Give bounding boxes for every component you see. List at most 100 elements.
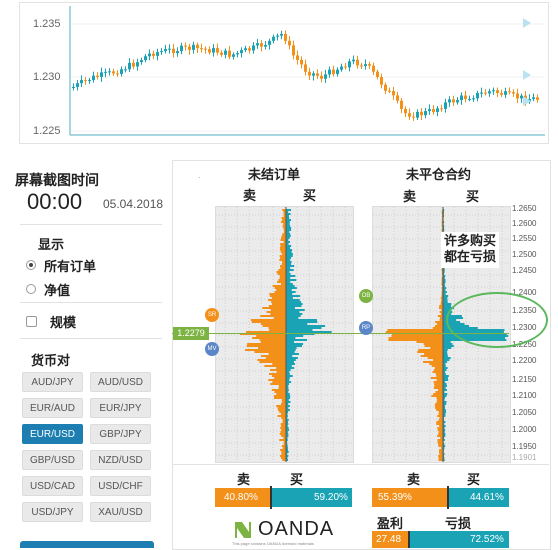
pair-button-gbp-jpy[interactable]: GBP/JPY bbox=[90, 424, 151, 444]
candle-body bbox=[288, 40, 291, 46]
sell-volume-bar bbox=[430, 347, 443, 349]
sell-volume-bar bbox=[418, 349, 443, 351]
sell-volume-bar bbox=[268, 305, 286, 307]
pair-button-xau-usd[interactable]: XAU/USD bbox=[90, 502, 151, 522]
sell-volume-bar bbox=[437, 435, 443, 437]
candle-body bbox=[336, 69, 339, 75]
pair-button-aud-jpy[interactable]: AUD/JPY bbox=[22, 372, 83, 392]
sell-volume-bar bbox=[260, 323, 286, 325]
candle-body bbox=[348, 61, 351, 68]
buy-volume-bar bbox=[286, 353, 299, 355]
buy-volume-bar bbox=[443, 341, 451, 343]
candle-body bbox=[456, 100, 459, 103]
pair-button-nzd-usd[interactable]: NZD/USD bbox=[90, 450, 151, 470]
buy-volume-bar bbox=[286, 365, 292, 367]
sell-volume-bar bbox=[251, 321, 286, 323]
buy-volume-bar bbox=[286, 275, 296, 277]
bottom-action-button[interactable] bbox=[20, 541, 154, 548]
sell-volume-bar bbox=[438, 443, 443, 445]
candle-body bbox=[80, 80, 83, 84]
price-axis-label: 1.2600 bbox=[512, 219, 537, 228]
sell-volume-bar bbox=[438, 459, 443, 461]
pair-button-usd-cad[interactable]: USD/CAD bbox=[22, 476, 83, 496]
buy-volume-bar bbox=[286, 255, 293, 257]
sell-volume-bar bbox=[280, 245, 286, 247]
radio-selected-icon[interactable] bbox=[26, 260, 36, 270]
sell-volume-bar bbox=[254, 351, 286, 353]
sell-volume-bar bbox=[437, 415, 443, 417]
candle-body bbox=[132, 62, 135, 67]
sell-volume-bar bbox=[268, 299, 286, 301]
sell-volume-bar bbox=[273, 397, 286, 399]
pair-button-eur-aud[interactable]: EUR/AUD bbox=[22, 398, 83, 418]
pair-button-usd-jpy[interactable]: USD/JPY bbox=[22, 502, 83, 522]
oanda-logo-subtext: This page contains OANDA licensed materi… bbox=[232, 541, 314, 546]
sell-volume-bar bbox=[431, 365, 443, 367]
candle-body bbox=[112, 71, 115, 74]
candle-body bbox=[172, 48, 175, 54]
buy-volume-bar bbox=[443, 367, 448, 369]
sell-volume-bar bbox=[281, 445, 286, 447]
buy-volume-bar bbox=[286, 359, 296, 361]
time-display: 00:00 bbox=[27, 189, 83, 214]
sell-volume-bar bbox=[435, 403, 443, 405]
sell-volume-bar bbox=[432, 371, 443, 373]
sell-volume-bar bbox=[281, 399, 286, 401]
candle-body bbox=[180, 45, 183, 52]
price-axis-label: 1.2000 bbox=[512, 425, 537, 434]
price-axis-label: 1.2050 bbox=[512, 408, 537, 417]
sell-volume-bar bbox=[277, 415, 286, 417]
buy-volume-bar bbox=[286, 293, 293, 295]
sell-volume-bar bbox=[274, 391, 286, 393]
buy-volume-bar bbox=[286, 311, 300, 313]
scale-toggle[interactable]: 规模 bbox=[26, 312, 146, 331]
sell-volume-bar bbox=[271, 301, 286, 303]
candle-body bbox=[328, 69, 331, 75]
candle-body bbox=[184, 45, 187, 47]
sell-volume-bar bbox=[270, 309, 286, 311]
profit-loss-bar: 27.48 72.52% bbox=[372, 531, 509, 548]
pair-button-aud-usd[interactable]: AUD/USD bbox=[90, 372, 151, 392]
sell-volume-bar bbox=[276, 405, 286, 407]
pair-button-eur-jpy[interactable]: EUR/JPY bbox=[90, 398, 151, 418]
option-net[interactable]: 净值 bbox=[26, 280, 146, 299]
option-all-orders[interactable]: 所有订单 bbox=[26, 256, 146, 275]
annotation-ellipse bbox=[446, 292, 548, 348]
candle-body bbox=[404, 108, 407, 114]
sell-volume-bar bbox=[274, 377, 286, 379]
candle-body bbox=[516, 93, 519, 99]
sell-volume-bar bbox=[276, 367, 286, 369]
price-axis-label: 1.1950 bbox=[512, 442, 537, 451]
pair-button-usd-chf[interactable]: USD/CHF bbox=[90, 476, 151, 496]
buy-volume-bar bbox=[443, 375, 449, 377]
candle-body bbox=[476, 92, 479, 99]
candle-body bbox=[508, 91, 511, 93]
buy-volume-bar bbox=[286, 281, 291, 283]
sell-volume-bar bbox=[268, 379, 286, 381]
sell-volume-bar bbox=[438, 445, 443, 447]
sell-volume-bar bbox=[246, 345, 286, 347]
buy-volume-bar bbox=[286, 309, 305, 311]
candle-body bbox=[352, 59, 355, 62]
sell-volume-bar bbox=[280, 267, 286, 269]
buy-volume-bar bbox=[286, 339, 308, 341]
buy-volume-bar bbox=[286, 355, 293, 357]
annotation-line-1: 许多购买 bbox=[444, 234, 497, 249]
candle-body bbox=[340, 66, 343, 70]
buy-volume-bar bbox=[286, 301, 302, 303]
sell-volume-bar bbox=[280, 457, 286, 459]
pair-button-gbp-usd[interactable]: GBP/USD bbox=[22, 450, 83, 470]
candle-body bbox=[248, 48, 251, 51]
pair-button-eur-usd[interactable]: EUR/USD bbox=[22, 424, 83, 444]
buy-volume-bar bbox=[286, 257, 292, 259]
sell-volume-bar bbox=[280, 239, 286, 241]
candle-body bbox=[304, 64, 307, 72]
buy-volume-bar bbox=[286, 299, 300, 301]
checkbox-icon[interactable] bbox=[26, 316, 37, 327]
profit-label: 盈利 bbox=[377, 517, 404, 532]
buy-volume-bar bbox=[443, 299, 448, 301]
radio-unselected-icon[interactable] bbox=[26, 284, 36, 294]
candle-body bbox=[256, 43, 259, 46]
sell-volume-bar bbox=[438, 411, 443, 413]
sell-volume-bar bbox=[280, 283, 286, 285]
